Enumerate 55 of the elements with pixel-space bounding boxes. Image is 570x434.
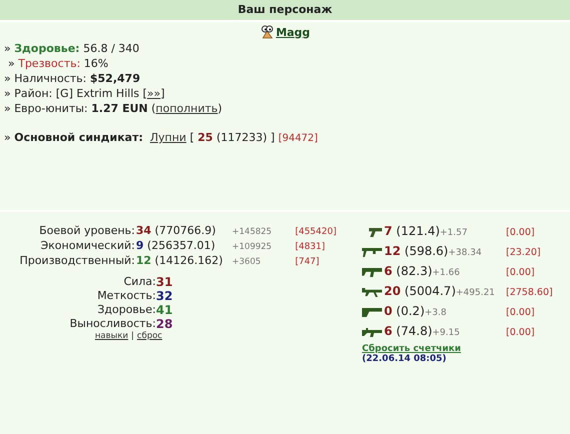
reset-counters-link[interactable]: Сбросить счетчики xyxy=(362,344,461,354)
weapon-bracket: [0.00] xyxy=(506,327,536,338)
level-bracket: [455420] xyxy=(295,227,338,237)
stat-label: Меткость: xyxy=(96,289,156,303)
stat-value: 28 xyxy=(156,317,174,331)
stat-value: 41 xyxy=(156,303,174,317)
reset-link[interactable]: сброс xyxy=(137,331,162,341)
level-bracket: [4831] xyxy=(295,242,326,252)
stat-label: Здоровье: xyxy=(96,303,156,317)
info-link[interactable]: »» xyxy=(147,87,160,100)
separator: | xyxy=(131,331,134,341)
stat-label: Выносливость: xyxy=(68,317,156,331)
info-line: » Евро-юниты: 1.27 EUN (пополнить) xyxy=(4,101,224,116)
rifle-icon xyxy=(362,328,382,337)
level-bracket: [747] xyxy=(295,257,320,267)
smg-icon xyxy=(362,268,382,277)
info-link[interactable]: пополнить xyxy=(156,102,218,115)
weapon-level: 6 (74.8)+9.15 xyxy=(384,324,461,340)
face-icon xyxy=(260,25,274,39)
pistol-icon xyxy=(369,228,382,237)
info-line: » Здоровье: 56.8 / 340 xyxy=(4,41,140,56)
page-title: Ваш персонаж xyxy=(238,3,332,16)
level-gain: +145825 xyxy=(232,227,273,237)
level-gain: +109925 xyxy=(232,242,273,252)
level-value: 9 (256357.01) xyxy=(136,239,216,252)
level-gain: +3605 xyxy=(232,257,262,267)
reset-date: (22.06.14 08:05) xyxy=(362,354,448,364)
weapon-level: 12 (598.6)+38.34 xyxy=(384,244,483,260)
syndicate-link[interactable]: Лупни xyxy=(150,131,186,144)
weapon-bracket: [23.20] xyxy=(506,247,542,258)
level-value: 34 (770766.9) xyxy=(136,224,217,237)
weapon-bracket: [0.00] xyxy=(506,227,536,238)
syndicate-line: » Основной синдикат: Лупни [ 25 (117233) ] [94472] xyxy=(4,131,319,144)
weapon-bracket: [2758.60] xyxy=(506,287,553,298)
weapon-level: 0 (0.2)+3.8 xyxy=(384,304,448,320)
machinegun-icon xyxy=(362,288,382,297)
skills-link[interactable]: навыки xyxy=(95,331,128,341)
weapon-bracket: [0.00] xyxy=(506,307,536,318)
info-line: » Наличность: $52,479 xyxy=(4,71,142,86)
weapon-level: 6 (82.3)+1.66 xyxy=(384,264,461,280)
weapon-level: 7 (121.4)+1.57 xyxy=(384,224,468,240)
shotgun-icon xyxy=(362,308,382,317)
info-line: » Трезвость: 16% xyxy=(7,56,110,71)
stat-value: 32 xyxy=(156,289,174,303)
level-label: Производственный: xyxy=(20,254,136,267)
weapon-bracket: [0.00] xyxy=(506,267,536,278)
level-label: Экономический: xyxy=(40,239,136,252)
character-name-link[interactable]: Magg xyxy=(276,26,310,38)
level-label: Боевой уровень: xyxy=(39,224,136,237)
launcher-icon xyxy=(362,248,382,257)
stat-label: Сила: xyxy=(122,275,156,289)
level-value: 12 (14126.162) xyxy=(136,254,224,267)
stat-value: 31 xyxy=(156,275,174,289)
weapon-level: 20 (5004.7)+495.21 xyxy=(384,284,496,300)
info-line: » Район: [G] Extrim Hills [»»] xyxy=(4,86,166,101)
